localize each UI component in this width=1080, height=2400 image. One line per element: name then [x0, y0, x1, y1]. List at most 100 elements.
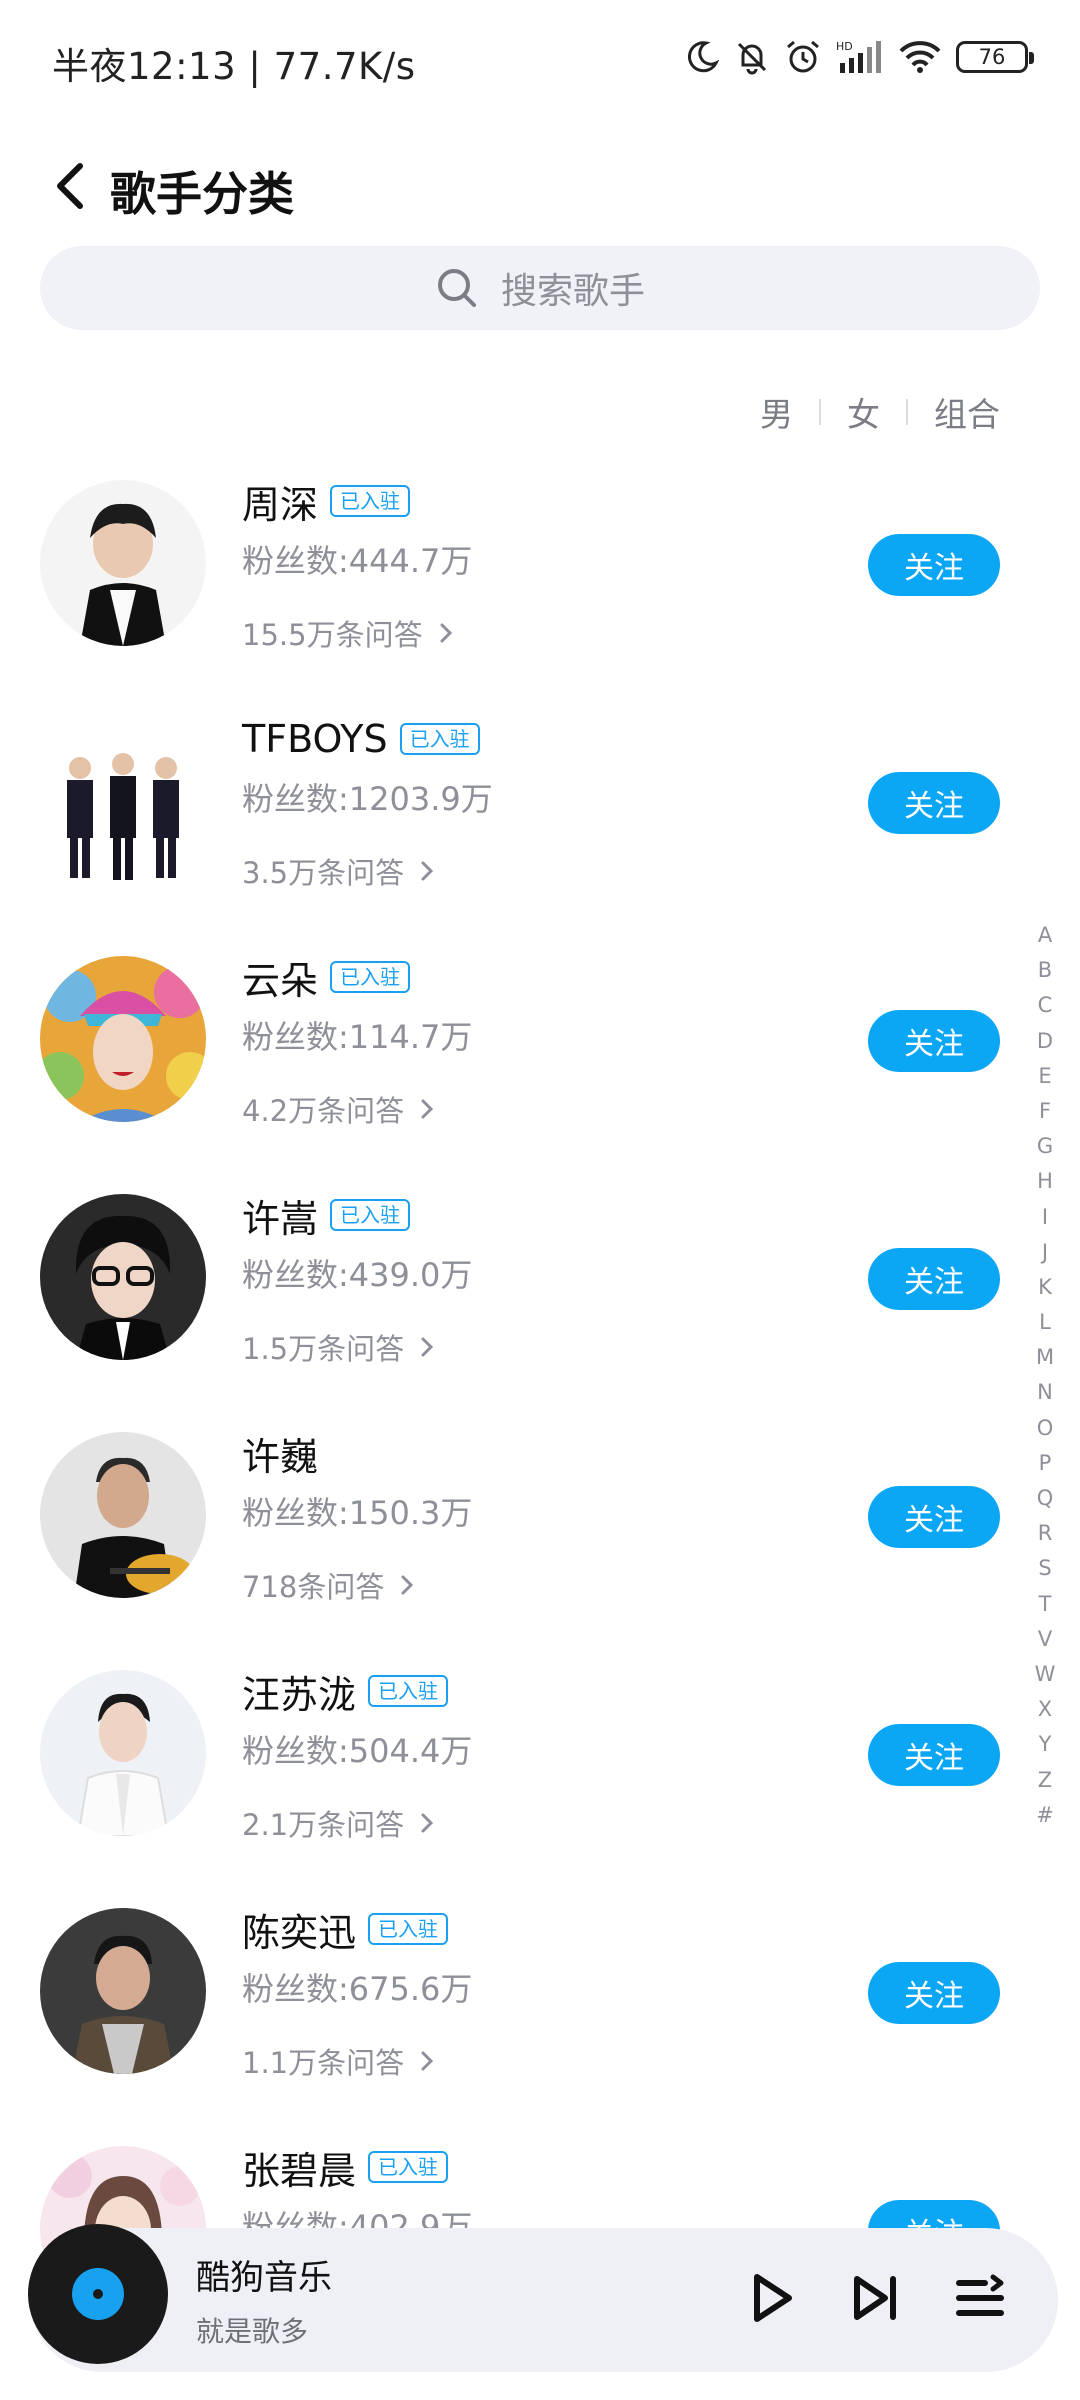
- alphabet-letter[interactable]: Q: [1030, 1481, 1060, 1516]
- follow-button[interactable]: 关注: [868, 1486, 1000, 1548]
- filter-male[interactable]: 男: [734, 388, 819, 436]
- chevron-right-icon: [401, 1575, 414, 1595]
- alphabet-letter[interactable]: W: [1030, 1657, 1060, 1692]
- alphabet-letter[interactable]: G: [1030, 1129, 1060, 1164]
- qa-link[interactable]: 4.2万条问答: [242, 1088, 434, 1130]
- verified-badge: 已入驻: [368, 2151, 449, 2183]
- qa-link[interactable]: 1.1万条问答: [242, 2040, 434, 2082]
- fan-count: 粉丝数:1203.9万: [242, 780, 493, 818]
- singer-name-row[interactable]: 许嵩 已入驻: [242, 1188, 411, 1242]
- alphabet-letter[interactable]: M: [1030, 1340, 1060, 1375]
- alphabet-letter[interactable]: A: [1030, 918, 1060, 953]
- avatar[interactable]: [40, 1432, 206, 1598]
- alphabet-letter[interactable]: B: [1030, 953, 1060, 988]
- avatar[interactable]: [40, 480, 206, 646]
- playlist-button[interactable]: [950, 2268, 1010, 2328]
- alphabet-letter[interactable]: P: [1030, 1446, 1060, 1481]
- singer-row[interactable]: 汪苏泷 已入驻 粉丝数:504.4万 2.1万条问答 关注: [0, 1650, 1000, 1888]
- qa-link[interactable]: 718条问答: [242, 1564, 414, 1606]
- play-button[interactable]: [742, 2268, 802, 2328]
- alphabet-letter[interactable]: #: [1030, 1798, 1060, 1833]
- album-disc[interactable]: [28, 2224, 168, 2364]
- avatar[interactable]: [40, 1670, 206, 1836]
- alphabet-letter[interactable]: T: [1030, 1587, 1060, 1622]
- filter-group[interactable]: 组合: [908, 388, 1000, 436]
- qa-link[interactable]: 3.5万条问答: [242, 850, 434, 892]
- singer-row[interactable]: 周深 已入驻 粉丝数:444.7万 15.5万条问答 关注: [0, 460, 1000, 698]
- singer-row[interactable]: 许嵩 已入驻 粉丝数:439.0万 1.5万条问答 关注: [0, 1174, 1000, 1412]
- singer-name-row[interactable]: 陈奕迅 已入驻: [242, 1902, 449, 1956]
- alphabet-letter[interactable]: V: [1030, 1622, 1060, 1657]
- filter-female[interactable]: 女: [821, 388, 906, 436]
- alphabet-letter[interactable]: Z: [1030, 1763, 1060, 1798]
- fan-count: 粉丝数:444.7万: [242, 542, 473, 580]
- follow-button[interactable]: 关注: [868, 772, 1000, 834]
- avatar[interactable]: [40, 1908, 206, 2074]
- wifi-icon: [899, 41, 941, 73]
- alphabet-letter[interactable]: Y: [1030, 1727, 1060, 1762]
- battery-icon: 76: [956, 41, 1034, 73]
- alphabet-letter[interactable]: I: [1030, 1200, 1060, 1235]
- alphabet-letter[interactable]: F: [1030, 1094, 1060, 1129]
- search-input[interactable]: 搜索歌手: [40, 246, 1040, 330]
- play-icon: [754, 2274, 792, 2322]
- avatar[interactable]: [40, 956, 206, 1122]
- singer-name: 汪苏泷: [242, 1672, 357, 1717]
- follow-button[interactable]: 关注: [868, 1962, 1000, 2024]
- signal-icon: HD: [836, 40, 881, 73]
- alphabet-letter[interactable]: K: [1030, 1270, 1060, 1305]
- alphabet-letter[interactable]: L: [1030, 1305, 1060, 1340]
- avatar[interactable]: [40, 718, 206, 884]
- back-button[interactable]: [30, 136, 110, 236]
- follow-button[interactable]: 关注: [868, 1010, 1000, 1072]
- singer-name: 张碧晨: [242, 2148, 357, 2193]
- chevron-right-icon: [421, 1337, 434, 1357]
- alphabet-letter[interactable]: C: [1030, 988, 1060, 1023]
- next-button[interactable]: [846, 2268, 906, 2328]
- alphabet-letter[interactable]: E: [1030, 1059, 1060, 1094]
- gender-filter: 男 女 组合: [734, 384, 1000, 440]
- player-subtitle: 就是歌多: [196, 2315, 309, 2348]
- singer-row[interactable]: 云朵 已入驻 粉丝数:114.7万 4.2万条问答 关注: [0, 936, 1000, 1174]
- avatar[interactable]: [40, 1194, 206, 1360]
- alphabet-letter[interactable]: H: [1030, 1164, 1060, 1199]
- singer-row[interactable]: TFBOYS 已入驻 粉丝数:1203.9万 3.5万条问答 关注: [0, 698, 1000, 936]
- qa-link[interactable]: 1.5万条问答: [242, 1326, 434, 1368]
- chevron-right-icon: [421, 1099, 434, 1119]
- fan-count: 粉丝数:675.6万: [242, 1970, 473, 2008]
- qa-count: 15.5万条问答: [242, 618, 423, 652]
- search-placeholder: 搜索歌手: [500, 271, 645, 312]
- mini-player[interactable]: 酷狗音乐 就是歌多: [28, 2224, 1058, 2372]
- singer-name-row[interactable]: 许巍: [242, 1426, 318, 1480]
- qa-count: 2.1万条问答: [242, 1808, 405, 1842]
- follow-button[interactable]: 关注: [868, 1724, 1000, 1786]
- qa-count: 4.2万条问答: [242, 1094, 405, 1128]
- follow-button[interactable]: 关注: [868, 534, 1000, 596]
- fan-count: 粉丝数:439.0万: [242, 1256, 473, 1294]
- alphabet-letter[interactable]: J: [1030, 1235, 1060, 1270]
- singer-name: 云朵: [242, 958, 319, 1003]
- status-bar: 半夜12:13 | 77.7K/s HD 76: [0, 0, 1080, 120]
- battery-level: 76: [978, 45, 1006, 69]
- alphabet-letter[interactable]: N: [1030, 1375, 1060, 1410]
- qa-link[interactable]: 15.5万条问答: [242, 612, 453, 654]
- qa-link[interactable]: 2.1万条问答: [242, 1802, 434, 1844]
- alphabet-letter[interactable]: D: [1030, 1024, 1060, 1059]
- alphabet-letter[interactable]: X: [1030, 1692, 1060, 1727]
- singer-name-row[interactable]: TFBOYS 已入驻: [242, 712, 480, 766]
- singer-row[interactable]: 许巍 粉丝数:150.3万 718条问答 关注: [0, 1412, 1000, 1650]
- singer-name-row[interactable]: 汪苏泷 已入驻: [242, 1664, 449, 1718]
- chevron-right-icon: [421, 861, 434, 881]
- chevron-right-icon: [440, 623, 452, 643]
- disc-hole: [93, 2289, 103, 2299]
- qa-count: 3.5万条问答: [242, 856, 405, 890]
- alphabet-letter[interactable]: S: [1030, 1551, 1060, 1586]
- follow-button[interactable]: 关注: [868, 1248, 1000, 1310]
- alphabet-letter[interactable]: O: [1030, 1411, 1060, 1446]
- singer-name-row[interactable]: 云朵 已入驻: [242, 950, 411, 1004]
- singer-name-row[interactable]: 张碧晨 已入驻: [242, 2140, 449, 2194]
- alphabet-letter[interactable]: R: [1030, 1516, 1060, 1551]
- singer-name-row[interactable]: 周深 已入驻: [242, 474, 411, 528]
- singer-row[interactable]: 陈奕迅 已入驻 粉丝数:675.6万 1.1万条问答 关注: [0, 1888, 1000, 2126]
- fan-count: 粉丝数:150.3万: [242, 1494, 473, 1532]
